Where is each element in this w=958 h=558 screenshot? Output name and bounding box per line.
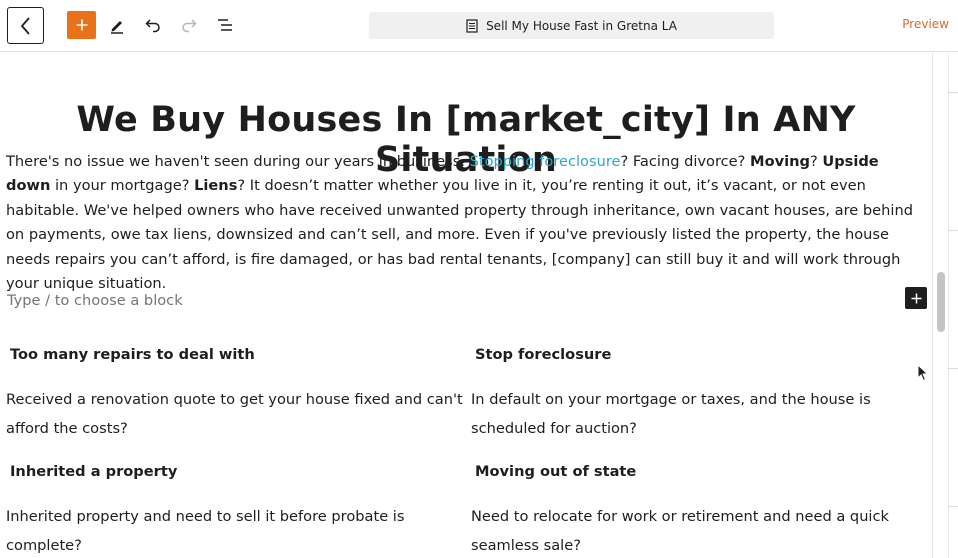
chevron-left-icon [20,16,30,35]
intro-text: in your mortgage? [50,177,195,195]
intro-bold-text: Liens [194,177,238,195]
situation-description[interactable]: Need to relocate for work or retirement … [471,502,901,558]
sidebar-divider [948,368,958,369]
situation-description[interactable]: In default on your mortgage or taxes, an… [471,385,911,443]
undo-icon [145,19,160,33]
sidebar-edge [948,53,958,558]
block-placeholder[interactable]: Type / to choose a block [7,292,183,309]
situation-text: Need to relocate for work or retirement … [471,508,889,554]
pencil-icon [111,21,123,34]
situation-card[interactable]: Stop foreclosure [475,346,933,363]
situation-title: Too many repairs to deal with [10,346,255,363]
stopping-foreclosure-link[interactable]: Stopping foreclosure [470,153,621,170]
undo-button[interactable] [141,13,165,37]
document-icon [466,18,478,33]
situation-text: Inherited property and need to sell it b… [6,508,405,554]
plus-icon [76,19,87,31]
situation-card[interactable]: Moving out of state [475,463,933,480]
inline-add-block-button[interactable] [905,287,927,309]
edit-tool-button[interactable] [105,13,129,37]
situation-description[interactable]: Inherited property and need to sell it b… [6,502,426,558]
scrollbar-thumb[interactable] [937,272,945,332]
list-view-button[interactable] [213,13,237,37]
situation-title: Moving out of state [475,463,637,480]
sidebar-divider [948,92,958,93]
content-divider [932,53,933,558]
intro-text: ? [809,153,823,170]
back-button[interactable] [7,7,44,44]
document-title: Sell My House Fast in Gretna LA [486,18,677,33]
sidebar-divider [948,230,958,231]
situation-description[interactable]: Received a renovation quote to get your … [6,385,464,443]
intro-text: There's no issue we haven't seen during … [6,153,470,170]
editor-toolbar: Sell My House Fast in Gretna LA Preview [0,0,958,52]
intro-text: ? It doesn’t matter whether you live in … [6,177,913,293]
document-title-bar[interactable]: Sell My House Fast in Gretna LA [369,12,774,39]
situation-title: Inherited a property [10,463,178,480]
mouse-cursor-icon [917,364,929,382]
situation-card[interactable]: Too many repairs to deal with [10,346,468,363]
list-view-icon [218,19,232,31]
situation-text: In default on your mortgage or taxes, an… [471,391,871,437]
intro-text: ? Facing divorce? [620,153,751,170]
intro-bold-text: Moving [750,153,810,170]
redo-button[interactable] [177,13,201,37]
situation-card[interactable]: Inherited a property [10,463,468,480]
sidebar-divider [948,506,958,507]
intro-paragraph[interactable]: There's no issue we haven't seen during … [6,150,928,296]
add-block-button[interactable] [67,11,96,39]
plus-icon [911,293,921,303]
situation-text: Received a renovation quote to get your … [6,391,463,437]
situation-title: Stop foreclosure [475,346,612,363]
redo-icon [182,19,197,33]
preview-button[interactable]: Preview [902,17,949,31]
